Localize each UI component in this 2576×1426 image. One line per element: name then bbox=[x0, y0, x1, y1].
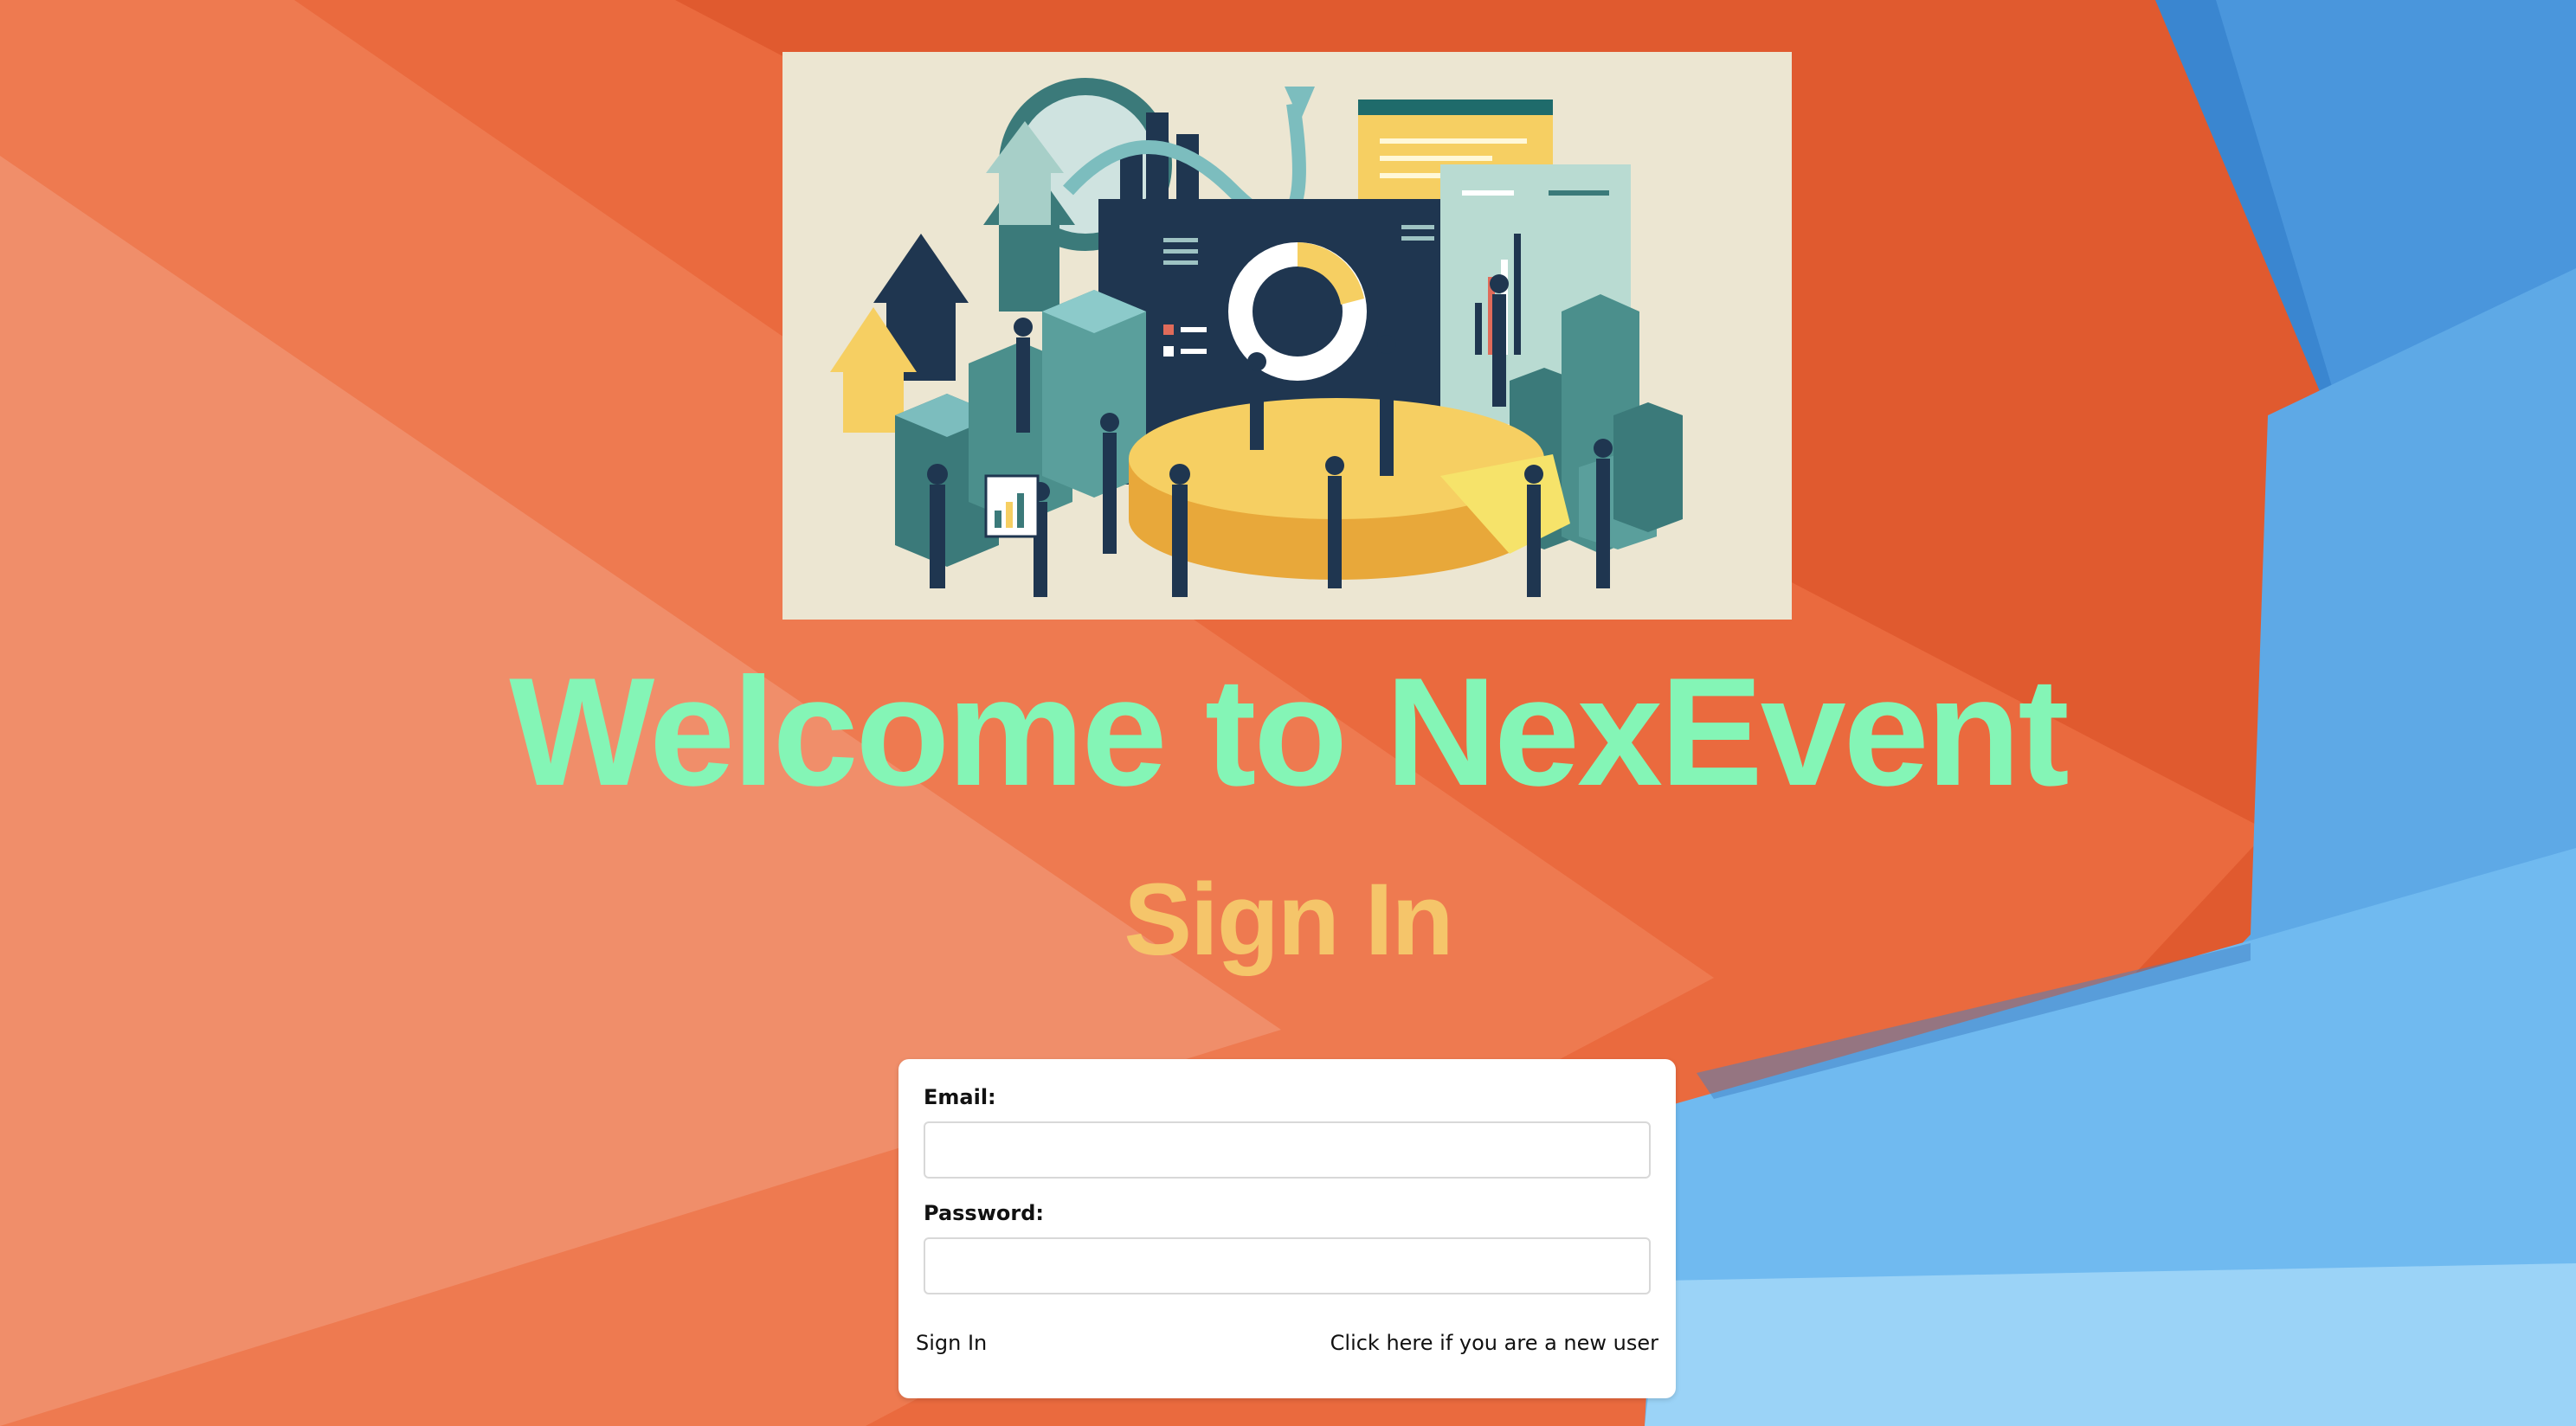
email-label: Email: bbox=[924, 1085, 996, 1109]
welcome-title: Welcome to NexEvent bbox=[509, 646, 2069, 818]
email-input[interactable] bbox=[924, 1121, 1651, 1179]
signin-button[interactable]: Sign In bbox=[911, 1320, 992, 1364]
password-input[interactable] bbox=[924, 1237, 1651, 1294]
new-user-link[interactable]: Click here if you are a new user bbox=[1325, 1320, 1664, 1364]
password-label: Password: bbox=[924, 1201, 1044, 1225]
signin-form: Email: Password: Sign In Click here if y… bbox=[898, 1059, 1676, 1398]
hero-illustration bbox=[782, 52, 1792, 620]
signin-heading: Sign In bbox=[1124, 863, 1453, 977]
